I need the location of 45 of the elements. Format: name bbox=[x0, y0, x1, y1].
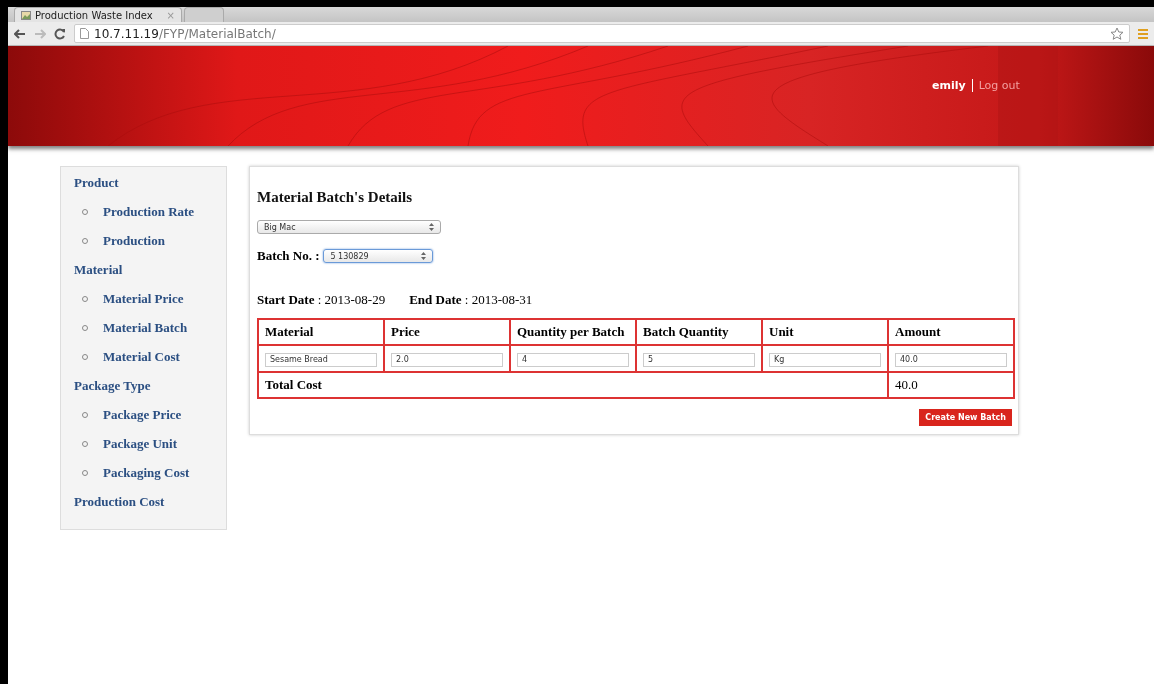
input-field[interactable]: 2.0 bbox=[391, 352, 503, 367]
column-header: Price bbox=[384, 319, 510, 345]
reload-icon[interactable] bbox=[54, 27, 66, 40]
sidebar-heading[interactable]: Product bbox=[74, 175, 226, 191]
star-icon[interactable] bbox=[1110, 26, 1124, 41]
input-field[interactable]: Sesame Bread bbox=[265, 352, 377, 367]
input-field[interactable]: 5 bbox=[643, 352, 755, 367]
column-header: Amount bbox=[888, 319, 1014, 345]
sidebar-item[interactable]: Production bbox=[103, 233, 165, 249]
menu-icon[interactable] bbox=[1138, 27, 1148, 40]
total-value: 40.0 bbox=[888, 371, 1014, 398]
input-field[interactable]: Kg bbox=[769, 352, 881, 367]
batch-label: Batch No. : bbox=[257, 248, 320, 264]
page-icon bbox=[21, 10, 31, 20]
username: emily bbox=[932, 79, 973, 92]
total-label: Total Cost bbox=[258, 371, 888, 398]
column-header: Batch Quantity bbox=[636, 319, 762, 345]
create-batch-button[interactable]: Create New Batch bbox=[919, 408, 1012, 426]
batch-dropdown[interactable]: 5 130829 bbox=[323, 249, 434, 263]
end-date: End Date : 2013-08-31 bbox=[409, 292, 533, 308]
sidebar-item[interactable]: Production Rate bbox=[103, 204, 195, 220]
panel-title: Material Batch's Details bbox=[257, 189, 413, 206]
url-text: 10.7.11.19/FYP/MaterialBatch/ bbox=[94, 26, 276, 41]
address-bar[interactable]: 10.7.11.19/FYP/MaterialBatch/ bbox=[74, 24, 1130, 43]
updown-arrows-icon bbox=[421, 252, 427, 260]
input-field[interactable]: 40.0 bbox=[895, 352, 1007, 367]
sidebar-heading[interactable]: Package Type bbox=[74, 378, 226, 394]
product-dropdown[interactable]: Big Mac bbox=[257, 220, 441, 234]
sidebar-item[interactable]: Package Price bbox=[103, 407, 182, 423]
back-icon[interactable] bbox=[14, 27, 26, 40]
sidebar-item[interactable]: Package Unit bbox=[103, 436, 178, 452]
sidebar-item[interactable]: Material Price bbox=[103, 291, 184, 307]
sidebar-item[interactable]: Material Batch bbox=[103, 320, 188, 336]
updown-arrows-icon bbox=[429, 223, 434, 231]
column-header: Unit bbox=[762, 319, 888, 345]
sidebar-heading[interactable]: Production Cost bbox=[74, 494, 226, 510]
sidebar-item[interactable]: Material Cost bbox=[103, 349, 180, 365]
input-field[interactable]: 4 bbox=[517, 352, 629, 367]
page-icon bbox=[80, 28, 89, 39]
column-header: Material bbox=[258, 319, 384, 345]
sidebar-heading[interactable]: Material bbox=[74, 262, 226, 278]
sidebar-item[interactable]: Packaging Cost bbox=[103, 465, 190, 481]
column-header: Quantity per Batch bbox=[510, 319, 636, 345]
start-date: Start Date : 2013-08-29 bbox=[257, 292, 386, 308]
browser-tab[interactable]: Production Waste Index × bbox=[14, 7, 182, 22]
